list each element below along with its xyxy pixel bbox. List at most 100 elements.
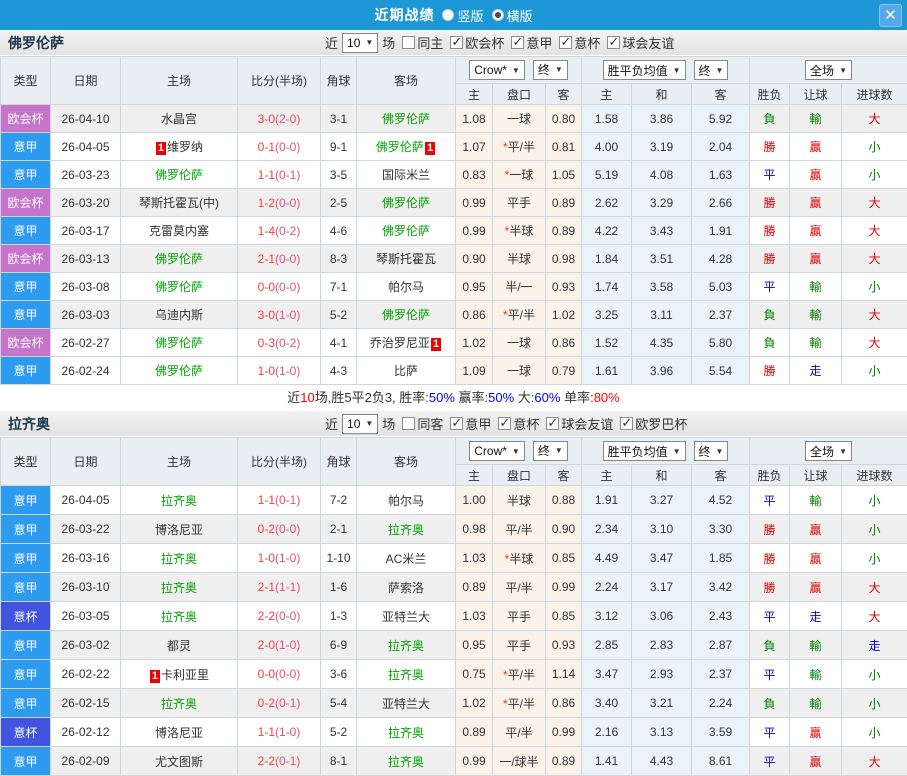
radio-horizontal-icon[interactable] — [492, 9, 504, 21]
table-row: 意甲26-03-16拉齐奥1-0(1-0)1-10AC米兰1.03*半球0.85… — [1, 544, 907, 573]
chevron-down-icon: ▼ — [673, 66, 681, 75]
team-label: 拉齐奥 — [388, 523, 424, 537]
handicap-line: 平/半 — [493, 573, 546, 602]
table-row: 意甲26-03-23佛罗伦萨1-1(0-1)3-5国际米兰0.83*一球1.05… — [1, 161, 907, 189]
away-odds: 0.93 — [546, 273, 582, 301]
corner-score: 6-9 — [321, 631, 357, 660]
filter-checkbox-意甲[interactable] — [450, 417, 463, 430]
filter-checkbox-同主[interactable] — [402, 36, 415, 49]
full-match-select[interactable]: 全场▼ — [805, 60, 852, 80]
table-row: 欧会杯26-03-13佛罗伦萨2-1(0-0)8-3琴斯托霍瓦0.90半球0.9… — [1, 245, 907, 273]
half-time-score: (1-0) — [275, 551, 300, 565]
half-time-score: (1-0) — [275, 638, 300, 652]
section-header: 佛罗伦萨 近10▼场同主欧会杯意甲意杯球会友谊 — [0, 30, 907, 56]
team-label: 拉齐奥 — [388, 726, 424, 740]
team-label: 佛罗伦萨 — [155, 336, 203, 350]
away-odds: 0.81 — [546, 133, 582, 161]
result-outcome: 負 — [750, 301, 790, 329]
avg-home: 2.62 — [582, 189, 632, 217]
favorite-star: * — [505, 224, 510, 238]
full-time-score: 0-2 — [258, 522, 275, 536]
bookmaker-select[interactable]: Crow*▼ — [469, 60, 525, 80]
handicap-line: 平手 — [493, 602, 546, 631]
result-outcome: 平 — [750, 486, 790, 515]
final-select-2[interactable]: 终▼ — [694, 60, 729, 80]
final-select-1[interactable]: 终▼ — [533, 441, 568, 461]
team-text: 维罗纳 — [167, 140, 203, 154]
match-score: 0-2(0-1) — [238, 689, 321, 718]
match-date: 26-03-02 — [51, 631, 121, 660]
table-row: 意甲26-04-051维罗纳0-1(0-0)9-1佛罗伦萨11.07*平/半0.… — [1, 133, 907, 161]
filter-checkbox-欧罗巴杯[interactable] — [620, 417, 633, 430]
games-label: 场 — [382, 33, 395, 52]
results-table: 类型 日期 主场 比分(半场) 角球 客场 Crow*▼终▼ 胜平负均值▼终▼ … — [0, 437, 907, 776]
team-label: 帕尔马 — [388, 494, 424, 508]
filter-checkbox-意杯[interactable] — [498, 417, 511, 430]
match-date: 26-03-05 — [51, 602, 121, 631]
team-label: 亚特兰大 — [382, 697, 430, 711]
home-team: 琴斯托霍瓦(中) — [121, 189, 238, 217]
result-outcome: 負 — [750, 329, 790, 357]
team-name: 佛罗伦萨 — [8, 33, 64, 53]
final-select-1[interactable]: 终▼ — [533, 60, 568, 80]
layout-radio-horizontal[interactable]: 横版 — [492, 6, 533, 25]
avg-home: 1.91 — [582, 486, 632, 515]
avg-select[interactable]: 胜平负均值▼ — [603, 441, 686, 461]
team-label: 国际米兰 — [382, 168, 430, 182]
team-text: 亚特兰大 — [382, 697, 430, 711]
avg-away: 3.42 — [692, 573, 750, 602]
close-button[interactable]: ✕ — [879, 4, 902, 27]
league-type-badge: 意甲 — [1, 133, 51, 161]
table-row: 意甲26-03-22博洛尼亚0-2(0-0)2-1拉齐奥0.98平/半0.902… — [1, 515, 907, 544]
league-type-badge: 意甲 — [1, 217, 51, 245]
half-time-score: (0-0) — [275, 667, 300, 681]
avg-draw: 4.43 — [632, 747, 692, 776]
result-handicap: 贏 — [790, 217, 842, 245]
half-time-score: (0-2) — [275, 336, 300, 350]
league-type-badge: 意甲 — [1, 631, 51, 660]
team-label: 克雷莫内塞 — [149, 224, 209, 238]
home-odds: 0.89 — [456, 573, 493, 602]
filter-checkbox-欧会杯[interactable] — [450, 36, 463, 49]
home-team: 拉齐奥 — [121, 689, 238, 718]
home-odds: 0.99 — [456, 217, 493, 245]
filter-checkbox-同客[interactable] — [402, 417, 415, 430]
home-team: 佛罗伦萨 — [121, 273, 238, 301]
summary-segment: 赢率: — [455, 390, 488, 405]
filter-checkbox-意甲[interactable] — [511, 36, 524, 49]
team-label: 拉齐奥 — [161, 581, 197, 595]
avg-select[interactable]: 胜平负均值▼ — [603, 60, 686, 80]
avg-away: 5.03 — [692, 273, 750, 301]
league-type-badge: 欧会杯 — [1, 329, 51, 357]
handicap-line: *平/半 — [493, 133, 546, 161]
away-team: 帕尔马 — [357, 486, 456, 515]
result-goals: 小 — [842, 161, 907, 189]
final-select-2[interactable]: 终▼ — [694, 441, 729, 461]
table-row: 意杯26-03-05拉齐奥2-2(0-0)1-3亚特兰大1.03平手0.853.… — [1, 602, 907, 631]
match-score: 1-1(0-1) — [238, 486, 321, 515]
home-odds: 0.75 — [456, 660, 493, 689]
bookmaker-select[interactable]: Crow*▼ — [469, 441, 525, 461]
filter-checkbox-意杯[interactable] — [559, 36, 572, 49]
filter-checkbox-球会友谊[interactable] — [607, 36, 620, 49]
full-match-select[interactable]: 全场▼ — [805, 441, 852, 461]
handicap-line: *半球 — [493, 544, 546, 573]
match-score: 3-0(1-0) — [238, 301, 321, 329]
corner-score: 1-10 — [321, 544, 357, 573]
filter-checkbox-球会友谊[interactable] — [546, 417, 559, 430]
team-text: 佛罗伦萨 — [155, 364, 203, 378]
match-count-select[interactable]: 10▼ — [342, 414, 378, 434]
home-team: 1维罗纳 — [121, 133, 238, 161]
radio-vertical-icon[interactable] — [442, 9, 454, 21]
avg-away: 3.30 — [692, 515, 750, 544]
layout-radio-vertical[interactable]: 竖版 — [442, 6, 483, 25]
avg-away: 2.04 — [692, 133, 750, 161]
match-count-select[interactable]: 10▼ — [342, 33, 378, 53]
half-time-score: (0-0) — [275, 140, 300, 154]
result-goals: 小 — [842, 515, 907, 544]
match-score: 0-3(0-2) — [238, 329, 321, 357]
full-time-score: 1-1 — [258, 493, 275, 507]
team-label: 拉齐奥 — [161, 494, 197, 508]
handicap-line: 平/半 — [493, 718, 546, 747]
team-label: 拉齐奥 — [388, 639, 424, 653]
